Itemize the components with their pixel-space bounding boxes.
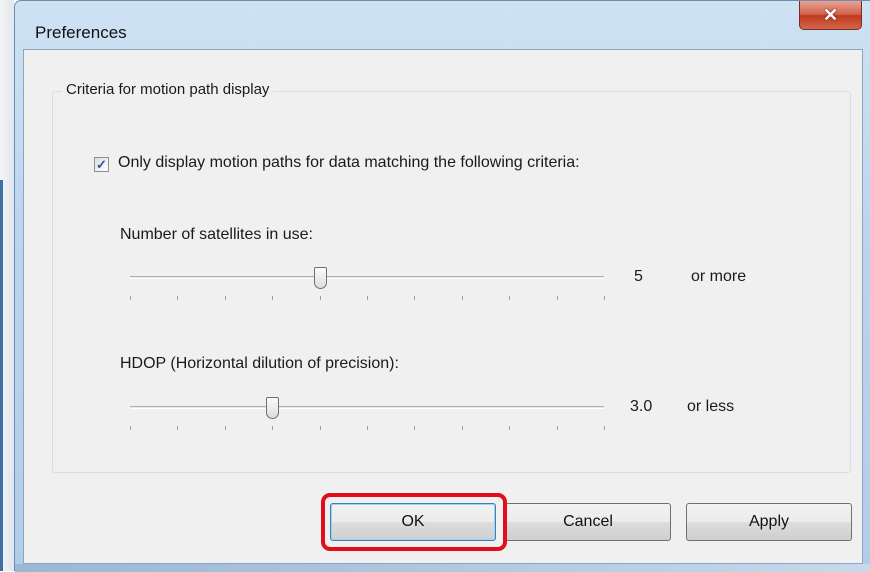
background-window-edge <box>0 0 14 571</box>
close-icon: ✕ <box>822 4 839 25</box>
satellites-slider-tick <box>130 296 131 300</box>
satellites-slider-thumb[interactable] <box>313 267 327 289</box>
close-button[interactable]: ✕ <box>799 1 862 30</box>
hdop-slider-tick <box>414 426 415 430</box>
checkmark-icon: ✓ <box>96 157 107 172</box>
hdop-slider-track[interactable] <box>130 406 604 409</box>
filter-checkbox-label[interactable]: Only display motion paths for data match… <box>118 154 580 172</box>
satellites-slider-tick <box>557 296 558 300</box>
satellites-slider-tick <box>604 296 605 300</box>
satellites-qualifier: or more <box>691 268 747 285</box>
hdop-slider-caption: HDOP (Horizontal dilution of precision): <box>120 355 399 372</box>
satellites-slider-tick <box>272 296 273 300</box>
satellites-slider-track[interactable] <box>130 276 604 279</box>
hdop-slider-tick <box>462 426 463 430</box>
hdop-slider-tick <box>177 426 178 430</box>
satellites-slider-tick <box>509 296 510 300</box>
satellites-slider-tick <box>320 296 321 300</box>
filter-checkbox[interactable]: ✓ <box>94 157 109 172</box>
preferences-dialog: Preferences ✕ Criteria for motion path d… <box>14 0 870 572</box>
groupbox-legend: Criteria for motion path display <box>62 81 274 98</box>
hdop-slider-thumb[interactable] <box>266 397 280 419</box>
hdop-slider-tick <box>509 426 510 430</box>
satellites-slider-caption: Number of satellites in use: <box>120 226 313 243</box>
satellites-slider-tick <box>177 296 178 300</box>
satellites-value: 5 <box>634 268 643 285</box>
hdop-slider-tick <box>272 426 273 430</box>
satellites-slider-tick <box>367 296 368 300</box>
satellites-slider-tick <box>225 296 226 300</box>
hdop-slider-tick <box>557 426 558 430</box>
cancel-button[interactable]: Cancel <box>505 503 671 541</box>
satellites-slider-tick <box>414 296 415 300</box>
window-title: Preferences <box>35 23 127 42</box>
hdop-slider-tick <box>367 426 368 430</box>
satellites-slider-tick <box>462 296 463 300</box>
hdop-qualifier: or less <box>687 398 735 415</box>
dialog-body: Criteria for motion path display ✓ Only … <box>23 49 863 564</box>
ok-button[interactable]: OK <box>330 503 496 541</box>
hdop-slider-tick <box>130 426 131 430</box>
hdop-slider-tick <box>320 426 321 430</box>
apply-button[interactable]: Apply <box>686 503 852 541</box>
hdop-slider-tick <box>225 426 226 430</box>
hdop-value: 3.0 <box>630 398 653 415</box>
hdop-slider-tick <box>604 426 605 430</box>
